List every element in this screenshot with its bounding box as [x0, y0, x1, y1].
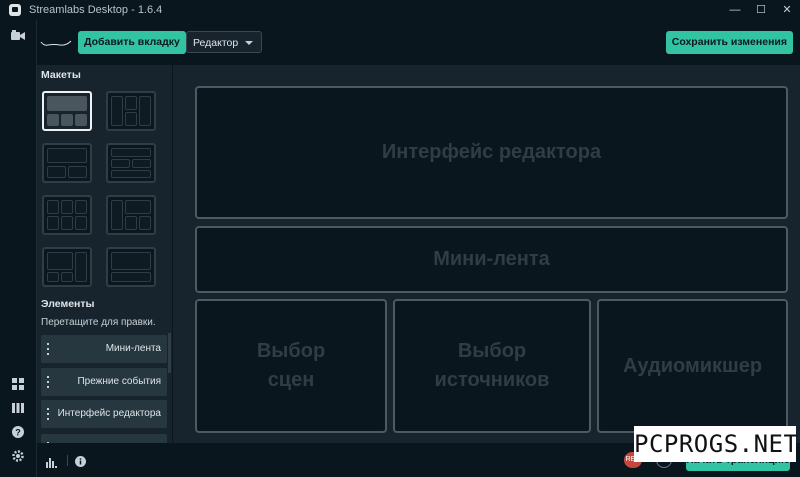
slot-audio-mixer[interactable]: Аудиомикшер — [597, 299, 788, 433]
window-controls: — ☐ ✕ — [722, 0, 800, 20]
left-nav: ? — [0, 20, 37, 477]
layout-option-1[interactable] — [42, 91, 92, 131]
element-item-editor-display[interactable]: Интерфейс редактора — [41, 400, 167, 428]
title-bar: Streamlabs Desktop - 1.6.4 — ☐ ✕ — [0, 0, 800, 20]
layout-option-4[interactable] — [106, 143, 156, 183]
layout-option-6[interactable] — [106, 195, 156, 235]
streamlabs-logo-icon — [9, 4, 21, 16]
drag-handle-icon[interactable] — [47, 343, 49, 355]
mode-select[interactable]: Редактор — [186, 31, 262, 53]
info-icon[interactable] — [75, 454, 86, 472]
settings-icon[interactable] — [11, 450, 25, 464]
layout-option-8[interactable] — [106, 247, 156, 287]
layout-option-7[interactable] — [42, 247, 92, 287]
slot-scene-selector[interactable]: Выбор сцен — [195, 299, 387, 433]
add-tab-button[interactable]: Добавить вкладку — [78, 31, 186, 54]
drag-hint: Перетащите для правки. — [41, 317, 156, 328]
elements-title: Элементы — [41, 298, 95, 310]
drag-handle-icon[interactable] — [47, 376, 49, 388]
window-title: Streamlabs Desktop - 1.6.4 — [29, 4, 163, 16]
help-icon[interactable]: ? — [11, 426, 25, 440]
editor-topbar: Добавить вкладку Редактор Сохранить изме… — [37, 20, 800, 65]
drag-handle-icon[interactable] — [47, 408, 49, 420]
maximize-button[interactable]: ☐ — [748, 0, 774, 20]
svg-text:?: ? — [15, 428, 21, 438]
element-item-minifeed[interactable]: Мини-лента — [41, 335, 167, 363]
layout-canvas: Интерфейс редактора Мини-лента Выбор сце… — [173, 65, 800, 443]
sidebar-scrollbar[interactable] — [168, 333, 171, 373]
library-icon[interactable] — [11, 402, 25, 416]
close-button[interactable]: ✕ — [774, 0, 800, 20]
layout-option-3[interactable] — [42, 143, 92, 183]
performance-icon[interactable] — [46, 455, 57, 473]
slot-minifeed[interactable]: Мини-лента — [195, 226, 788, 293]
layouts-title: Макеты — [41, 69, 81, 81]
layout-sidebar: Макеты Элементы Перетащите для правки. М… — [37, 65, 172, 443]
element-item-partial[interactable] — [41, 434, 167, 443]
save-changes-button[interactable]: Сохранить изменения — [665, 31, 793, 54]
mode-select-value: Редактор — [193, 37, 239, 49]
slot-source-selector[interactable]: Выбор источников — [393, 299, 591, 433]
squiggle-icon — [40, 40, 72, 46]
layout-option-2[interactable] — [106, 91, 156, 131]
slot-editor-display[interactable]: Интерфейс редактора — [195, 86, 788, 219]
camera-icon[interactable] — [11, 30, 25, 44]
footer-divider — [67, 455, 68, 466]
layout-option-5[interactable] — [42, 195, 92, 235]
watermark-badge: PCPROGS.NET — [634, 426, 798, 462]
layout-editor-icon[interactable] — [11, 378, 25, 392]
chevron-down-icon — [245, 41, 253, 45]
element-item-legacy-events[interactable]: Прежние события — [41, 368, 167, 396]
minimize-button[interactable]: — — [722, 0, 748, 20]
